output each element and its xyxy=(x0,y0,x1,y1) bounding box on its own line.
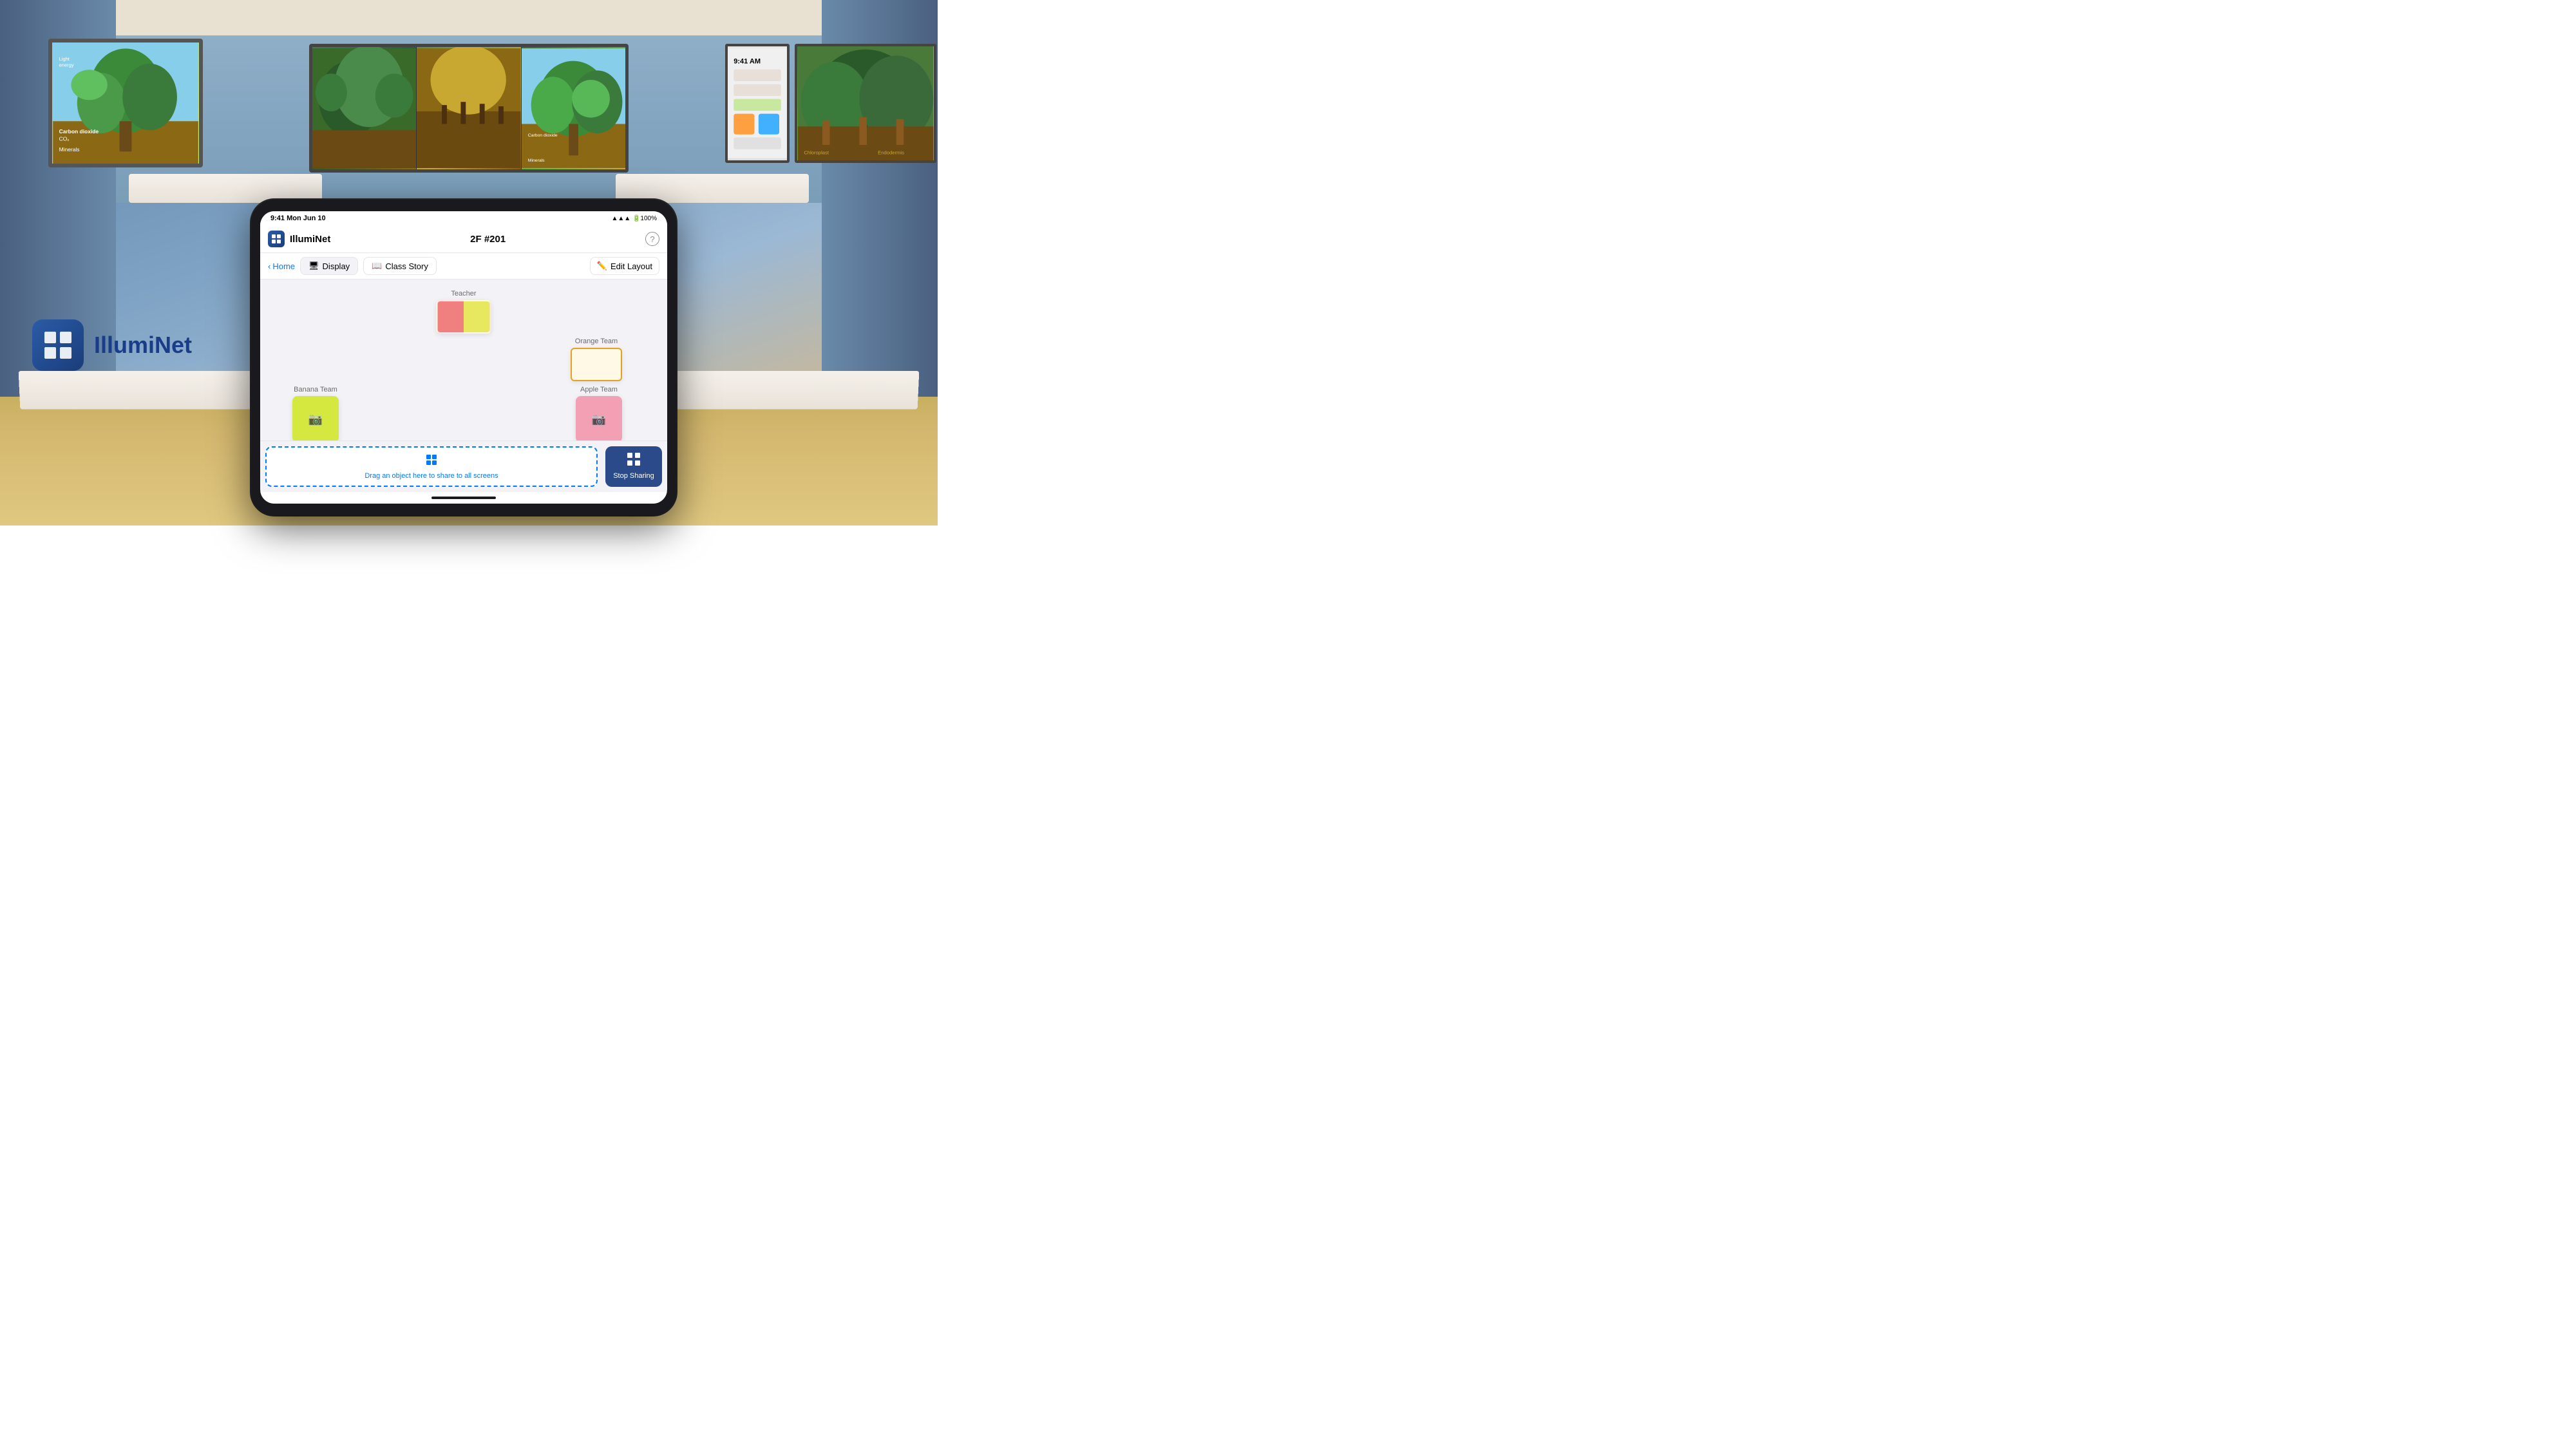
table-back-right xyxy=(616,174,809,203)
drop-zone-bar: Drag an object here to share to all scre… xyxy=(260,440,667,492)
app-title: IllumiNet xyxy=(290,234,330,245)
tab-display[interactable]: 🖥 Display xyxy=(300,257,358,275)
back-chevron-icon: ‹ xyxy=(268,261,270,271)
apple-team-group: Apple Team 📷 xyxy=(576,386,622,440)
screen-panel-2 xyxy=(417,47,521,169)
table-front-left xyxy=(19,371,291,410)
svg-text:Carbon dioxide: Carbon dioxide xyxy=(527,133,557,138)
nav-bar: ‹ Home 🖥 Display 📖 Class Story ✏️ Edit L… xyxy=(260,253,667,279)
svg-text:Chloroplast: Chloroplast xyxy=(804,149,829,155)
screen-center: Carbon dioxide Minerals xyxy=(309,44,629,173)
home-bar-indicator xyxy=(431,497,496,499)
apple-team-label: Apple Team xyxy=(580,386,618,393)
banana-team-group: Banana Team 📷 xyxy=(292,386,339,440)
drop-zone-icon xyxy=(425,453,438,469)
logo-icon-svg xyxy=(42,329,74,361)
canvas-area: Teacher Orange Team Banana Team 📷 Apple … xyxy=(260,279,667,440)
svg-text:CO₂: CO₂ xyxy=(59,135,70,142)
table-back-left xyxy=(129,174,322,203)
svg-text:Carbon dioxide: Carbon dioxide xyxy=(59,128,99,135)
tab-class-story-label: Class Story xyxy=(385,261,428,271)
ceiling xyxy=(0,0,938,35)
tab-display-label: Display xyxy=(323,261,350,271)
edit-layout-label: Edit Layout xyxy=(611,261,652,271)
back-button[interactable]: ‹ Home xyxy=(268,261,295,271)
banana-team-label: Banana Team xyxy=(294,386,337,393)
apple-card-icon: 📷 xyxy=(592,413,606,426)
svg-text:9:41 AM: 9:41 AM xyxy=(734,57,761,65)
back-label: Home xyxy=(272,261,295,271)
logo-text: IllumiNet xyxy=(94,332,192,359)
screen-left-plant: Carbon dioxide CO₂ Light energy Minerals xyxy=(52,43,199,164)
app-header-left: IllumiNet xyxy=(268,231,330,247)
stop-sharing-text: Stop Sharing xyxy=(613,472,654,480)
svg-text:Minerals: Minerals xyxy=(527,158,544,163)
orange-team-group: Orange Team xyxy=(571,337,622,381)
svg-text:Endodermis: Endodermis xyxy=(878,149,904,155)
tab-class-story[interactable]: 📖 Class Story xyxy=(363,257,437,275)
tablet-screen: 9:41 Mon Jun 10 ▲▲▲ 🔋100% IllumiNet 2F #… xyxy=(260,211,667,504)
orange-team-label: Orange Team xyxy=(575,337,618,345)
screen-panel-3: Carbon dioxide Minerals xyxy=(522,47,625,169)
drop-zone[interactable]: Drag an object here to share to all scre… xyxy=(265,446,598,487)
logo-icon xyxy=(32,319,84,371)
edit-layout-icon: ✏️ xyxy=(597,261,607,271)
tablet-frame: 9:41 Mon Jun 10 ▲▲▲ 🔋100% IllumiNet 2F #… xyxy=(251,200,676,515)
display-icon: 🖥 xyxy=(308,261,319,271)
app-icon-svg xyxy=(271,234,281,244)
screen-right-area: 9:41 AM Chloroplast Endodermis xyxy=(725,44,938,169)
status-time: 9:41 Mon Jun 10 xyxy=(270,214,326,222)
illuminet-logo-area: IllumiNet xyxy=(32,319,192,371)
svg-text:energy: energy xyxy=(59,62,74,68)
svg-text:Minerals: Minerals xyxy=(59,146,80,153)
status-bar: 9:41 Mon Jun 10 ▲▲▲ 🔋100% xyxy=(260,211,667,225)
banana-team-card[interactable]: 📷 xyxy=(292,396,339,440)
stop-sharing-button[interactable]: Stop Sharing xyxy=(605,446,662,487)
screen-left: Carbon dioxide CO₂ Light energy Minerals xyxy=(48,39,203,167)
table-front-right xyxy=(647,371,920,410)
room-label: 2F #201 xyxy=(470,234,506,245)
screen-center-content: Carbon dioxide Minerals xyxy=(312,47,625,169)
app-header: IllumiNet 2F #201 ? xyxy=(260,225,667,253)
screen-right-2: Chloroplast Endodermis xyxy=(795,44,936,163)
class-story-icon: 📖 xyxy=(372,261,382,271)
home-bar xyxy=(260,492,667,504)
app-icon-small xyxy=(268,231,285,247)
teacher-group: Teacher xyxy=(437,290,491,334)
help-button[interactable]: ? xyxy=(645,232,659,246)
orange-team-card[interactable] xyxy=(571,348,622,381)
svg-text:Light: Light xyxy=(59,56,70,62)
screen-panel-1 xyxy=(312,47,417,169)
teacher-card[interactable] xyxy=(437,300,491,334)
screen-right-1: 9:41 AM xyxy=(725,44,790,163)
teacher-label: Teacher xyxy=(451,290,476,298)
edit-layout-button[interactable]: ✏️ Edit Layout xyxy=(590,257,659,275)
status-icons: ▲▲▲ 🔋100% xyxy=(612,215,658,222)
screen-left-content: Carbon dioxide CO₂ Light energy Minerals xyxy=(52,43,199,164)
banana-card-icon: 📷 xyxy=(308,413,323,426)
stop-sharing-icon xyxy=(627,452,641,469)
drop-zone-text: Drag an object here to share to all scre… xyxy=(365,472,498,480)
apple-team-card[interactable]: 📷 xyxy=(576,396,622,440)
